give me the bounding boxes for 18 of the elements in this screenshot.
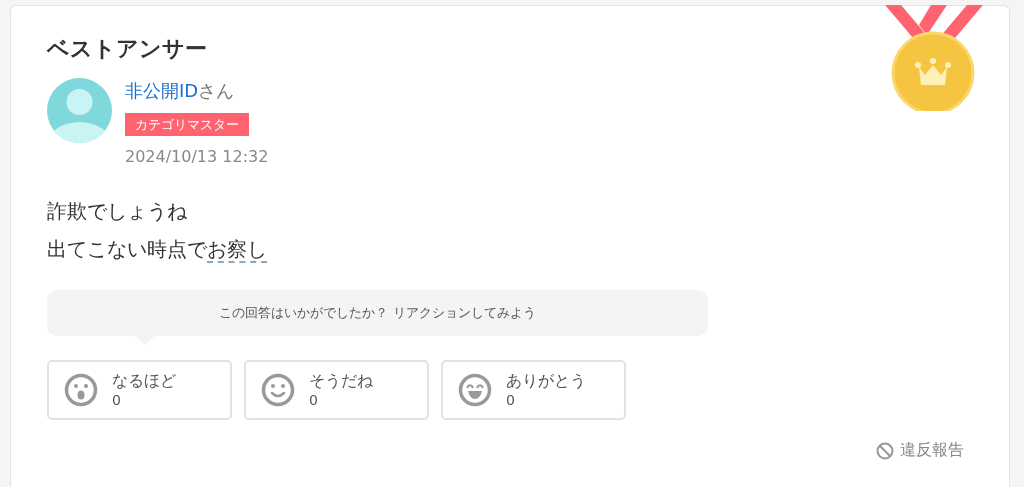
answer-text: 出てこない時点でお察し (47, 236, 267, 265)
reaction-button[interactable]: そうだね 0 (244, 360, 429, 420)
user-link[interactable]: 非公開ID (125, 80, 199, 101)
surprised-face-icon (64, 373, 98, 407)
reaction-button[interactable]: ありがとう 0 (441, 360, 626, 420)
medal-icon (883, 5, 983, 111)
prohibited-icon (876, 441, 894, 460)
user-name: 非公開IDさん (125, 79, 235, 103)
answer-text: 詐欺でしょうね (47, 198, 187, 225)
prompt-text: この回答はいかがでしたか？ リアクションしてみよう (219, 304, 536, 322)
smile-face-icon (261, 373, 295, 407)
rank-badge: カテゴリマスター (125, 113, 249, 136)
glossary-link[interactable]: お察し (207, 237, 267, 263)
section-title: ベストアンサー (47, 35, 207, 63)
report-link[interactable]: 違反報告 (876, 440, 964, 461)
post-date: 2024/10/13 12:32 (125, 146, 269, 168)
reaction-button[interactable]: なるほど 0 (47, 360, 232, 420)
grin-face-icon (458, 373, 492, 407)
